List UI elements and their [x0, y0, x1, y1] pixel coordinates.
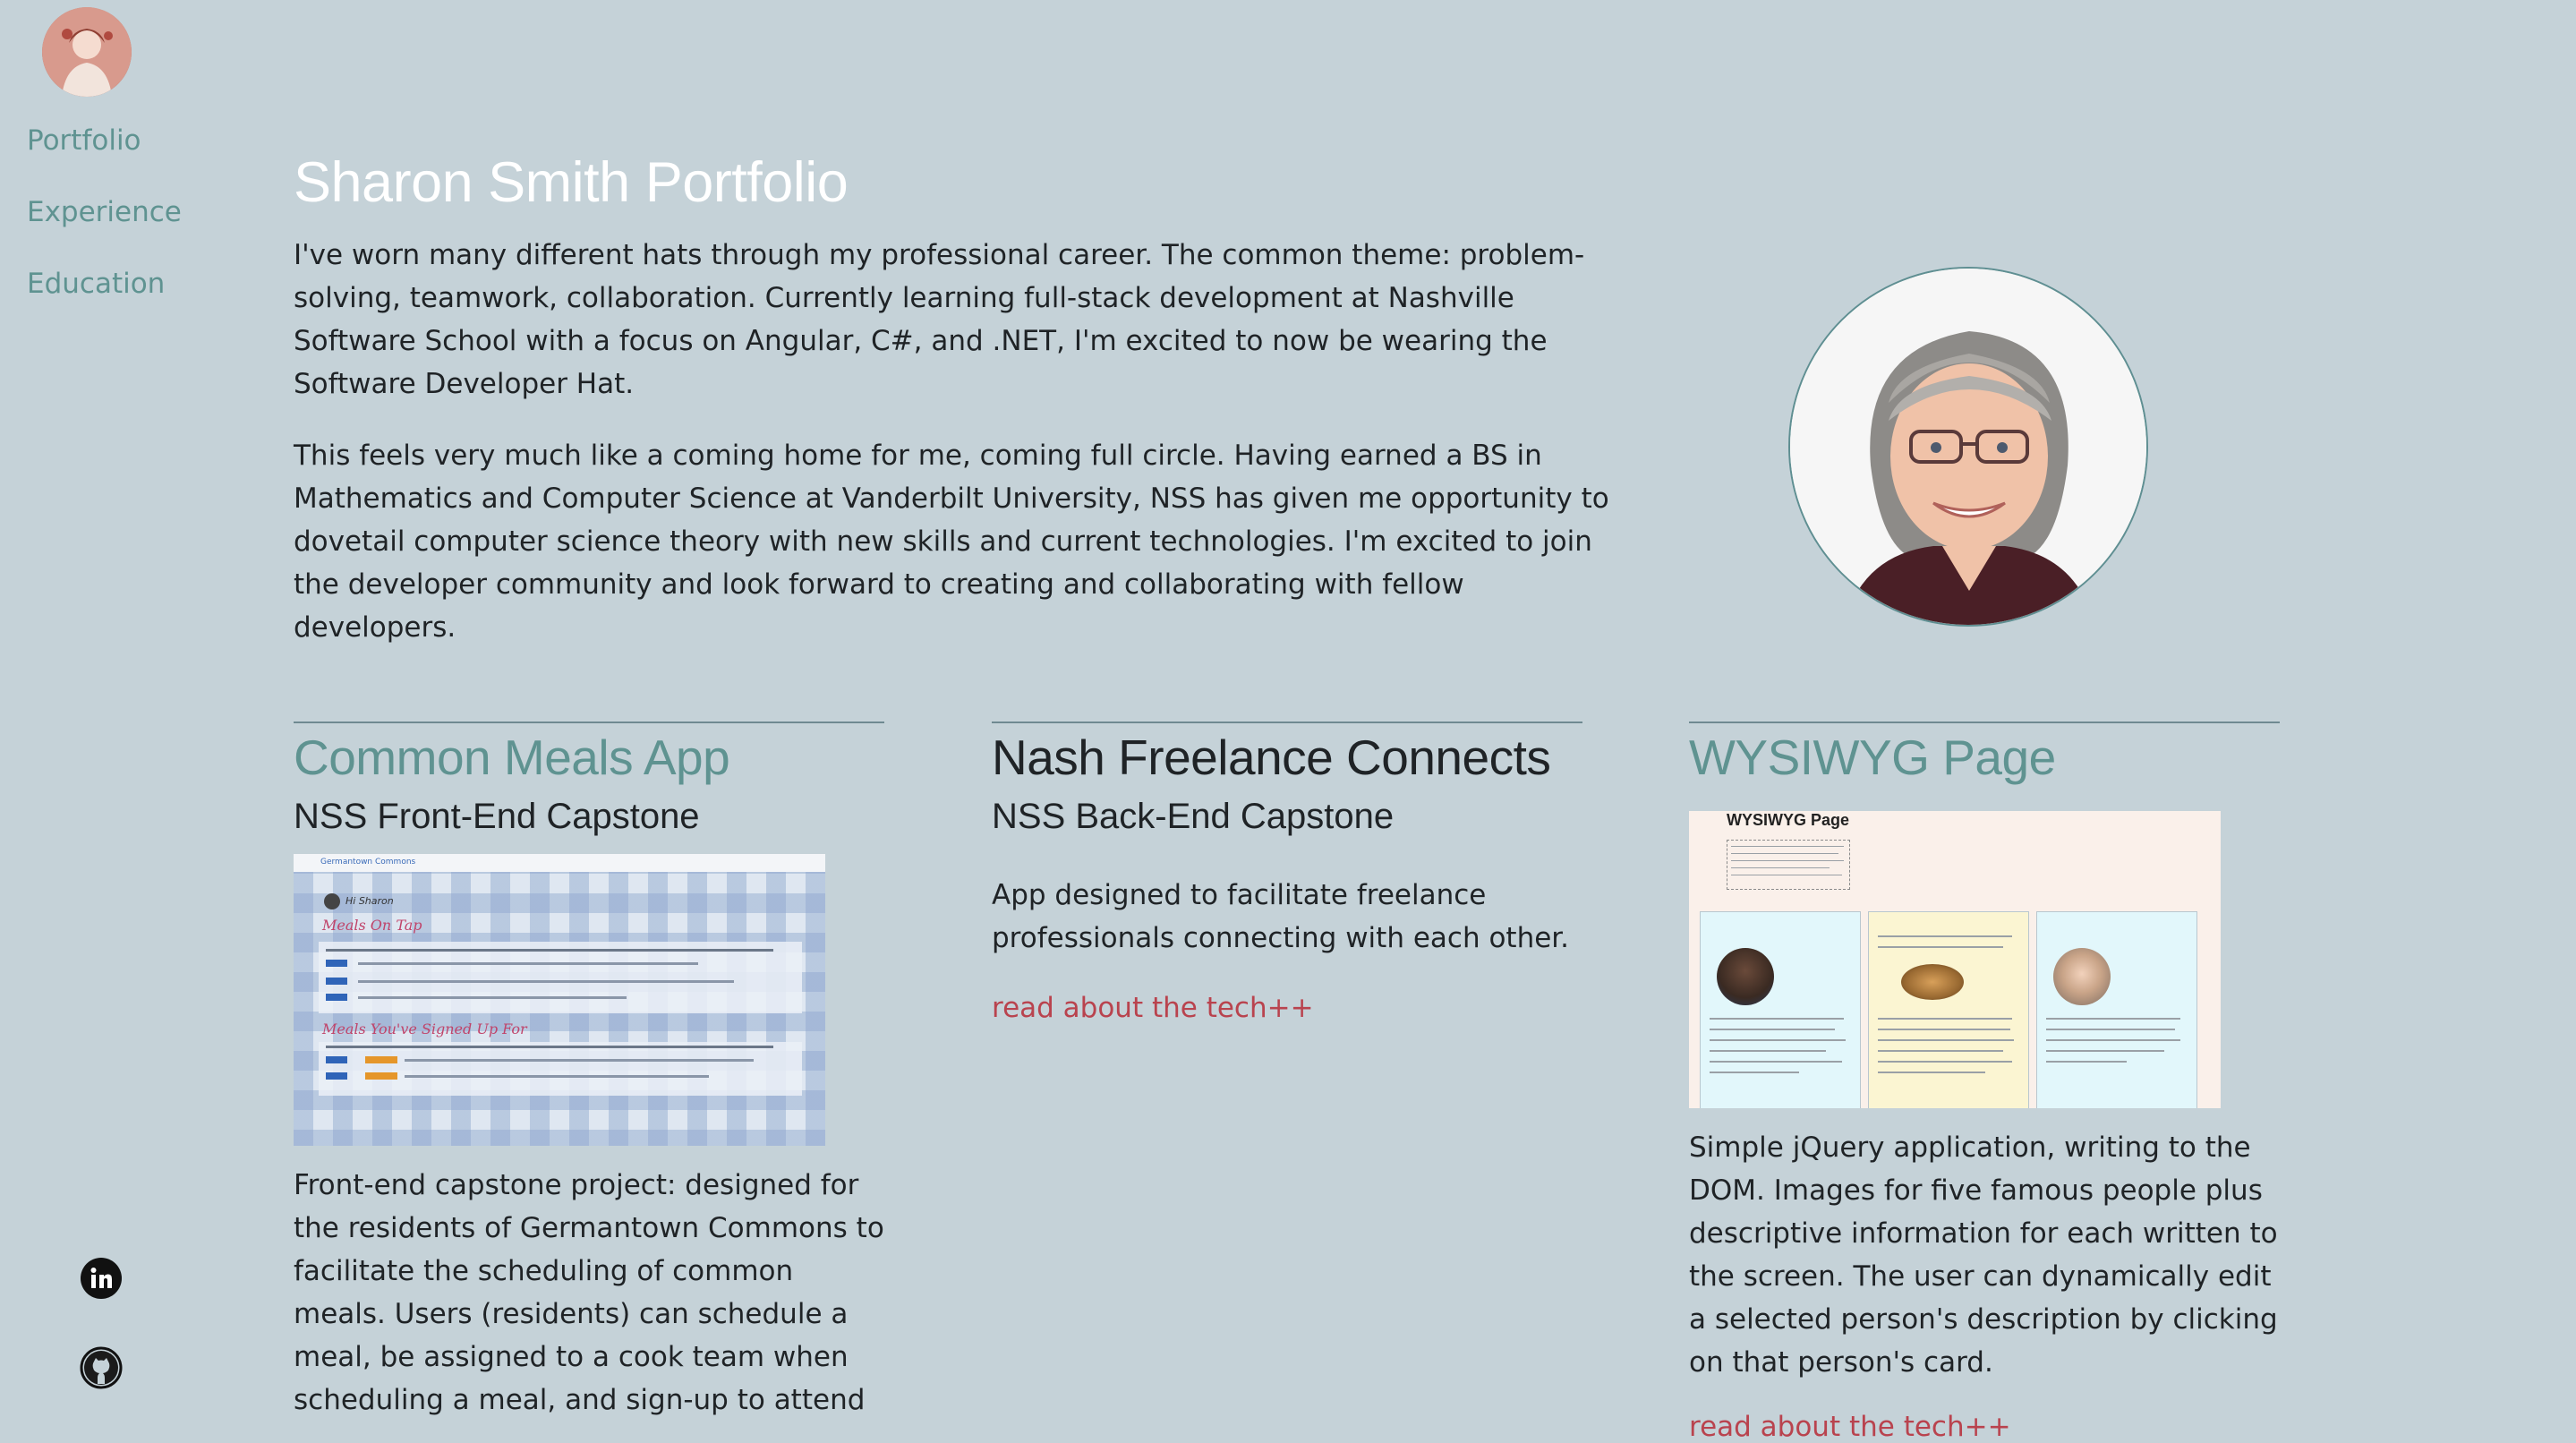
sidebar: Portfolio Experience Education [0, 0, 206, 1436]
avatar-image [42, 7, 132, 97]
nav-experience[interactable]: Experience [27, 196, 182, 228]
screenshot-section-2: Meals You've Signed Up For [322, 1020, 527, 1037]
project-subtitle: NSS Front-End Capstone [294, 797, 700, 836]
screenshot-panel-2 [319, 1042, 802, 1096]
intro-paragraph-2: This feels very much like a coming home … [294, 440, 1609, 644]
page-title: Sharon Smith Portfolio [294, 151, 849, 214]
project-title-link[interactable]: Common Meals App [294, 729, 730, 786]
screenshot-textarea [1727, 840, 1850, 890]
project-title-link[interactable]: WYSIWYG Page [1689, 729, 2056, 786]
github-icon[interactable] [79, 1345, 124, 1390]
screenshot-topbar: Germantown Commons [294, 854, 825, 872]
project-description: Simple jQuery application, writing to th… [1689, 1131, 2278, 1379]
project-description: Front-end capstone project: designed for… [294, 1169, 884, 1416]
screenshot-header-title: Germantown Commons [320, 858, 416, 867]
linkedin-icon[interactable] [79, 1256, 124, 1301]
screenshot-card [1700, 911, 1861, 1108]
screenshot-card [1868, 911, 2029, 1108]
screenshot-header: WYSIWYG Page [1727, 811, 1850, 829]
screenshot-panel [319, 942, 802, 1013]
read-tech-link[interactable]: read about the tech++ [1689, 1411, 2011, 1443]
screenshot-section-1: Meals On Tap [322, 917, 422, 934]
project-subtitle: NSS Back-End Capstone [992, 797, 1395, 836]
divider [294, 722, 884, 723]
screenshot-greeting: Hi Sharon [345, 895, 394, 907]
intro-paragraph-1: I've worn many different hats through my… [294, 239, 1585, 400]
project-screenshot[interactable]: WYSIWYG Page [1689, 811, 2221, 1108]
screenshot-card [2036, 911, 2197, 1108]
divider [1689, 722, 2280, 723]
nav-education[interactable]: Education [27, 268, 165, 300]
divider [992, 722, 1582, 723]
nav-portfolio[interactable]: Portfolio [27, 124, 141, 157]
project-description: App designed to facilitate freelance pro… [992, 879, 1570, 954]
avatar[interactable] [42, 7, 132, 97]
profile-photo [1788, 267, 2148, 627]
project-title: Nash Freelance Connects [992, 730, 1551, 785]
project-screenshot[interactable]: Germantown Commons Hi Sharon Meals On Ta… [294, 854, 825, 1146]
read-tech-link[interactable]: read about the tech++ [992, 992, 1314, 1024]
screenshot-avatar [324, 893, 340, 909]
